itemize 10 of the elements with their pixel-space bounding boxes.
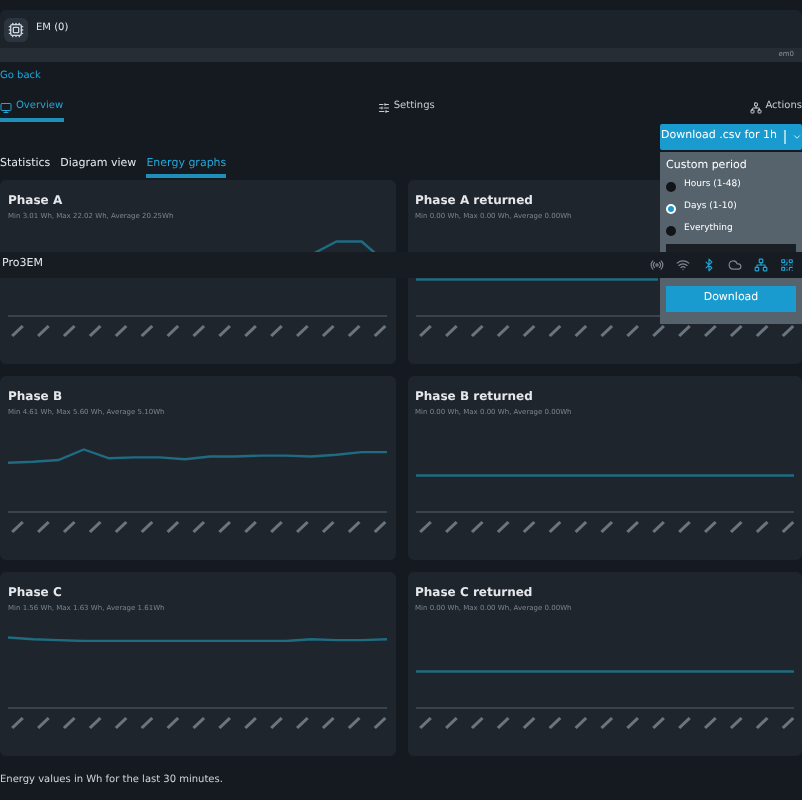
tab-icon xyxy=(749,102,762,114)
status-icon[interactable] xyxy=(728,258,742,272)
status-icon[interactable] xyxy=(754,258,768,272)
status-icon[interactable] xyxy=(676,258,690,272)
tab-icon xyxy=(0,102,12,114)
tab-icon xyxy=(377,102,390,114)
device-icon xyxy=(4,17,28,41)
status-icon[interactable] xyxy=(780,258,794,272)
status-icon[interactable] xyxy=(650,258,664,272)
status-icon[interactable] xyxy=(702,258,716,272)
